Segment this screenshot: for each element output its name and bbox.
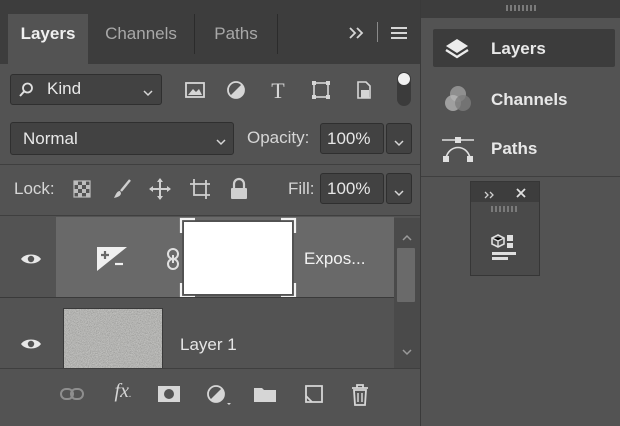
tab-layers[interactable]: Layers: [8, 14, 88, 64]
chevron-down-icon: [394, 135, 404, 153]
layer-name[interactable]: Layer 1: [180, 335, 237, 355]
divider: [0, 164, 420, 165]
tab-divider: [377, 22, 378, 42]
layer-row[interactable]: Layer 1: [0, 298, 394, 372]
mask-selection-frame: [179, 217, 297, 299]
close-icon[interactable]: [515, 186, 527, 204]
chevron-down-icon: [216, 134, 226, 152]
lock-position-icon[interactable]: [148, 177, 172, 201]
add-layer-mask-icon[interactable]: [156, 383, 182, 405]
properties-icon[interactable]: [490, 232, 522, 264]
dock-item-channels[interactable]: Channels: [433, 80, 615, 118]
layer-mask-thumbnail[interactable]: [179, 217, 297, 299]
exposure-adjustment-icon: [96, 246, 128, 272]
lock-all-icon[interactable]: [228, 177, 250, 201]
layer-name[interactable]: Expos...: [304, 249, 365, 269]
fill-value: 100%: [327, 179, 371, 198]
layer-row[interactable]: Expos...: [0, 217, 394, 299]
scrollbar-thumb[interactable]: [397, 248, 415, 302]
tab-separator: [277, 14, 278, 54]
dock-item-label: Channels: [491, 90, 568, 109]
panel-menu-icon[interactable]: [388, 22, 410, 44]
new-adjustment-layer-icon[interactable]: [204, 383, 231, 405]
filter-toggle-switch[interactable]: [397, 72, 411, 106]
chevron-down-icon: [143, 85, 153, 103]
dock-item-label: Layers: [491, 39, 546, 58]
adjustment-filter-icon[interactable]: [225, 79, 247, 101]
blend-mode-select[interactable]: Normal: [10, 122, 234, 155]
type-filter-icon[interactable]: T: [267, 78, 289, 103]
paths-icon: [441, 134, 475, 164]
smart-object-filter-icon[interactable]: [353, 79, 375, 101]
mini-panel-grip[interactable]: [491, 206, 517, 212]
mini-panel-header[interactable]: [471, 182, 539, 202]
dock-item-label: Paths: [491, 139, 538, 158]
layers-scrollbar[interactable]: [394, 218, 420, 368]
toggle-knob: [398, 73, 410, 85]
dock-header: [421, 0, 620, 18]
scroll-down-icon[interactable]: [401, 344, 413, 362]
dock-grip[interactable]: [506, 5, 536, 11]
tab-paths[interactable]: Paths: [195, 14, 277, 64]
scroll-up-icon[interactable]: [401, 230, 413, 248]
kind-label: Kind: [47, 79, 82, 98]
fill-slider-button[interactable]: [386, 173, 412, 204]
layer-thumbnail[interactable]: [63, 308, 163, 372]
divider: [0, 215, 420, 216]
chevron-down-icon: [394, 185, 404, 203]
shape-filter-icon[interactable]: [310, 79, 332, 101]
collapsed-panel-dock: Layers Channels Paths: [420, 0, 620, 426]
opacity-slider-button[interactable]: [386, 123, 412, 154]
image-filter-icon[interactable]: [184, 79, 206, 101]
channels-icon: [443, 84, 473, 114]
expand-panel-icon[interactable]: [483, 187, 497, 205]
opacity-label: Opacity:: [247, 128, 310, 147]
layer-filter-kind-select[interactable]: Kind: [10, 74, 162, 105]
delete-layer-icon[interactable]: [347, 383, 373, 406]
layers-panel: Layers Channels Paths Kind T Normal Opac…: [0, 0, 420, 426]
opacity-value: 100%: [327, 129, 371, 148]
collapse-panels-icon[interactable]: [346, 22, 368, 44]
blend-mode-value: Normal: [23, 129, 78, 148]
lock-label: Lock:: [14, 179, 55, 198]
divider: [421, 176, 620, 177]
lock-artboard-icon[interactable]: [188, 177, 212, 201]
layer-effects-icon[interactable]: fx.: [106, 380, 140, 402]
opacity-input[interactable]: 100%: [320, 123, 384, 154]
floating-mini-panel[interactable]: [470, 181, 540, 276]
new-layer-icon[interactable]: [301, 383, 327, 405]
dock-item-paths[interactable]: Paths: [433, 129, 615, 167]
lock-image-pixels-icon[interactable]: [110, 177, 134, 201]
link-layers-icon[interactable]: [59, 383, 85, 405]
fill-label: Fill:: [288, 179, 315, 198]
eye-icon[interactable]: [19, 251, 43, 267]
eye-icon[interactable]: [19, 336, 43, 352]
fill-input[interactable]: 100%: [320, 173, 384, 204]
search-icon: [17, 81, 35, 99]
tab-channels[interactable]: Channels: [88, 14, 194, 64]
dock-item-layers[interactable]: Layers: [433, 29, 615, 67]
lock-transparent-pixels-icon[interactable]: [71, 178, 93, 200]
layers-stack-icon: [443, 35, 471, 63]
new-group-icon[interactable]: [252, 383, 278, 405]
